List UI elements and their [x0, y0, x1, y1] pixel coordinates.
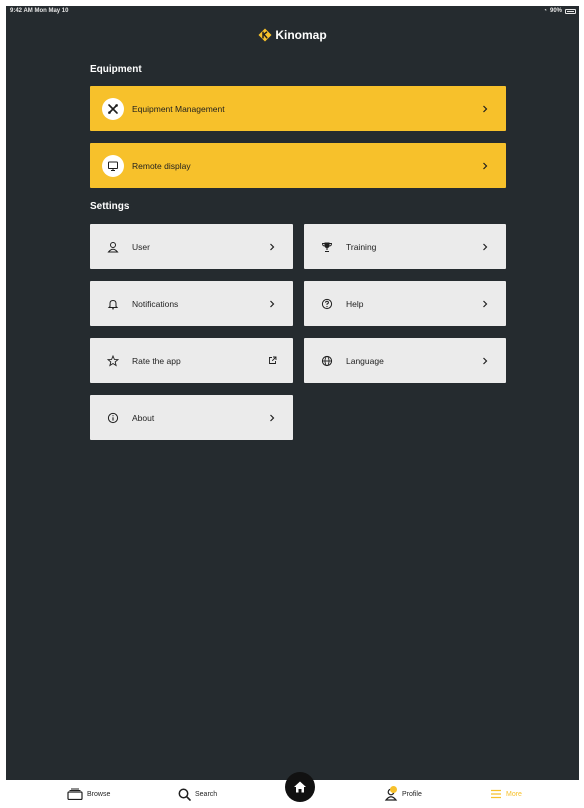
brand-name: Kinomap — [275, 28, 327, 42]
equipment-section-title: Equipment — [90, 64, 142, 75]
status-indicators: ◔ 90% — [543, 8, 576, 14]
menu-icon — [491, 789, 501, 799]
tab-more[interactable]: More — [490, 780, 522, 808]
globe-icon — [316, 350, 338, 372]
chevron-right-icon — [267, 243, 277, 251]
notifications-label: Notifications — [132, 298, 179, 309]
help-label: Help — [346, 298, 364, 309]
bell-icon — [102, 293, 124, 315]
monitor-icon — [102, 154, 124, 177]
browse-icon — [67, 788, 83, 800]
notifications-button[interactable]: Notifications — [90, 281, 293, 326]
battery-icon — [565, 8, 576, 14]
tab-home[interactable] — [285, 772, 315, 802]
chevron-right-icon — [480, 357, 490, 365]
tab-browse[interactable]: Browse — [67, 780, 110, 808]
status-time: 9:42 AM Mon May 10 — [10, 8, 69, 14]
home-icon — [294, 781, 306, 793]
wifi-icon: ◔ — [543, 8, 547, 14]
kinomap-logo-icon — [258, 28, 272, 42]
tab-search-label: Search — [195, 790, 218, 798]
search-icon — [178, 788, 191, 801]
trophy-icon — [316, 236, 338, 258]
tools-icon — [102, 97, 124, 120]
equipment-management-label: Equipment Management — [132, 103, 225, 114]
tab-profile-label: Profile — [402, 790, 422, 798]
remote-display-button[interactable]: Remote display — [90, 143, 506, 188]
training-label: Training — [346, 241, 377, 252]
user-icon — [102, 236, 124, 258]
app-screen: 9:42 AM Mon May 10 ◔ 90% Kinomap Equipme… — [6, 6, 579, 780]
user-label: User — [132, 241, 150, 252]
about-button[interactable]: About — [90, 395, 293, 440]
battery-percent: 90% — [549, 8, 562, 14]
info-icon — [102, 407, 124, 429]
about-label: About — [132, 412, 155, 423]
app-logo: Kinomap — [6, 28, 579, 42]
star-icon — [102, 350, 124, 372]
external-link-icon — [267, 356, 277, 365]
tab-browse-label: Browse — [87, 790, 111, 798]
tab-search[interactable]: Search — [178, 780, 217, 808]
rate-the-app-label: Rate the app — [132, 355, 181, 366]
help-button[interactable]: Help — [304, 281, 506, 326]
training-button[interactable]: Training — [304, 224, 506, 269]
chevron-right-icon — [267, 300, 277, 308]
status-bar: 9:42 AM Mon May 10 ◔ 90% — [6, 6, 579, 19]
chevron-right-icon — [480, 243, 490, 251]
tab-profile[interactable]: Profile — [384, 780, 422, 808]
chevron-right-icon — [480, 300, 490, 308]
user-settings-button[interactable]: User — [90, 224, 293, 269]
settings-section-title: Settings — [90, 201, 130, 212]
equipment-management-button[interactable]: Equipment Management — [90, 86, 506, 131]
language-label: Language — [346, 355, 384, 366]
bottom-tab-bar: Browse Search Profile More — [0, 772, 584, 808]
remote-display-label: Remote display — [132, 160, 191, 171]
language-button[interactable]: Language — [304, 338, 506, 383]
profile-icon — [384, 786, 398, 801]
profile-badge-dot — [390, 786, 397, 793]
chevron-right-icon — [267, 414, 277, 422]
chevron-right-icon — [480, 105, 490, 113]
tab-more-label: More — [506, 790, 522, 798]
chevron-right-icon — [480, 162, 490, 170]
question-icon — [316, 293, 338, 315]
rate-the-app-button[interactable]: Rate the app — [90, 338, 293, 383]
